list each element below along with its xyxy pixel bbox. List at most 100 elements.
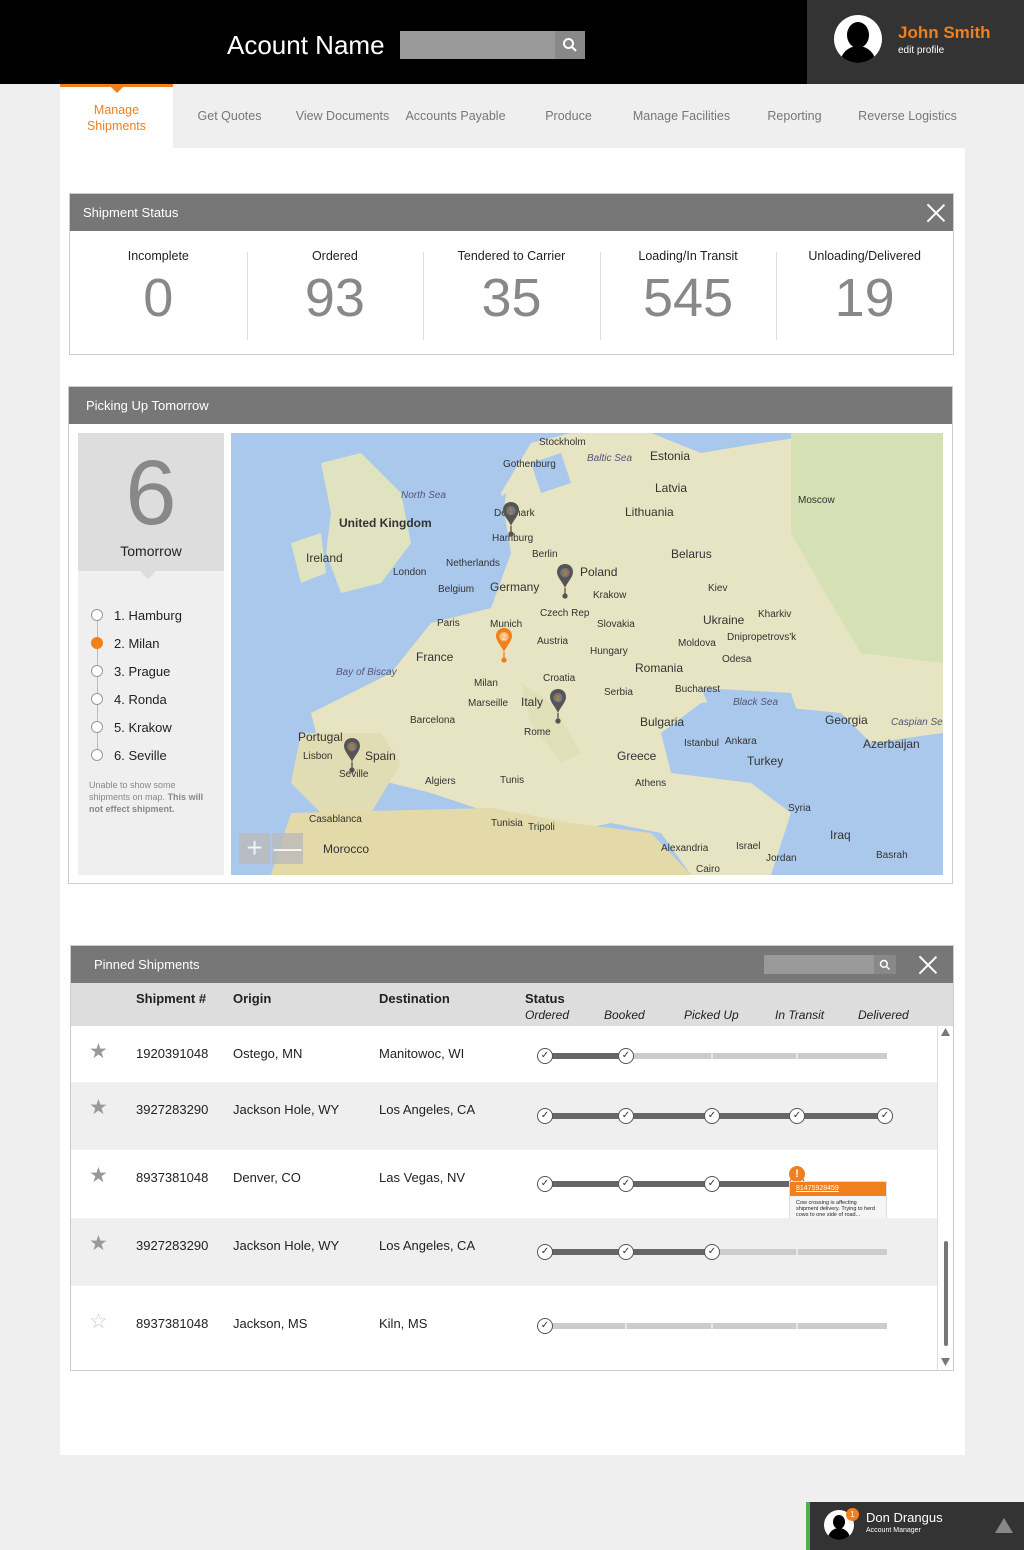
edit-profile-link[interactable]: edit profile <box>898 45 944 56</box>
radio-icon[interactable] <box>91 749 103 761</box>
tab-accounts-payable[interactable]: Accounts Payable <box>399 84 512 148</box>
star-outline-icon[interactable]: ☆ <box>89 1309 108 1334</box>
location-item[interactable]: 5. Krakow <box>91 713 182 749</box>
table-header: Shipment # Origin Destination Status Ord… <box>71 983 953 1026</box>
tab-reporting[interactable]: Reporting <box>738 84 851 148</box>
table-row[interactable]: ★ 1920391048 Ostego, MN Manitowoc, WI ✓ ✓ <box>71 1026 937 1082</box>
map-pin-icon[interactable]: 1 <box>499 502 523 538</box>
table-row[interactable]: ★ 3927283290 Jackson Hole, WY Los Angeles, … <box>71 1218 937 1286</box>
scroll-thumb <box>944 1241 948 1346</box>
star-filled-icon[interactable]: ★ <box>89 1231 108 1256</box>
map-label: Italy <box>521 695 544 709</box>
map-label: Lithuania <box>625 505 674 519</box>
pickup-count: 6 <box>125 442 177 544</box>
map-label: Bay of Biscay <box>336 667 397 678</box>
map-label: Berlin <box>532 549 558 560</box>
location-item[interactable]: 2. Milan <box>91 629 182 665</box>
pinned-search-input[interactable] <box>764 955 896 974</box>
map-label: Bucharest <box>675 684 721 695</box>
radio-icon[interactable] <box>91 693 103 705</box>
radio-icon[interactable] <box>91 609 103 621</box>
shipment-number[interactable]: 3927283290 <box>136 1102 208 1117</box>
map-label: North Sea <box>401 490 447 501</box>
manager-name: Don Drangus <box>866 1510 943 1525</box>
search-icon[interactable] <box>555 31 585 59</box>
panel-title: Shipment Status <box>83 205 179 220</box>
tab-get-quotes[interactable]: Get Quotes <box>173 84 286 148</box>
pickup-map[interactable]: Stockholm Baltic Sea Estonia Gothenburg … <box>231 433 943 875</box>
stat-ordered[interactable]: Ordered 93 <box>246 249 424 354</box>
check-icon: ✓ <box>537 1176 553 1192</box>
table-scrollbar[interactable] <box>937 1026 952 1370</box>
location-item[interactable]: 1. Hamburg <box>91 601 182 637</box>
map-label: Tunisia <box>491 818 523 829</box>
alert-icon[interactable]: ! <box>789 1166 805 1182</box>
shipment-number[interactable]: 8937381048 <box>136 1316 208 1331</box>
origin-cell: Jackson, MS <box>233 1316 308 1331</box>
tab-reverse-logistics[interactable]: Reverse Logistics <box>851 84 964 148</box>
zoom-out-button[interactable]: — <box>272 833 303 864</box>
stat-delivered[interactable]: Unloading/Delivered 19 <box>776 249 953 354</box>
star-filled-icon[interactable]: ★ <box>89 1163 108 1188</box>
col-origin[interactable]: Origin <box>233 991 271 1006</box>
radio-selected-icon[interactable] <box>91 637 103 649</box>
map-label: Istanbul <box>684 738 720 749</box>
map-pin-icon[interactable]: 5 <box>340 738 364 774</box>
profile-panel[interactable]: John Smith edit profile <box>807 0 1024 84</box>
col-status[interactable]: Status <box>525 991 565 1006</box>
radio-icon[interactable] <box>91 665 103 677</box>
stat-incomplete[interactable]: Incomplete 0 <box>70 249 247 354</box>
tab-produce[interactable]: Produce <box>512 84 625 148</box>
location-item[interactable]: 6. Seville <box>91 741 182 769</box>
check-icon: ✓ <box>618 1108 634 1124</box>
close-icon[interactable] <box>918 955 938 975</box>
map-zoom-controls: + — <box>239 833 303 864</box>
stat-in-transit[interactable]: Loading/In Transit 545 <box>599 249 777 354</box>
shipment-number[interactable]: 3927283290 <box>136 1238 208 1253</box>
stage-label: Ordered <box>525 1008 570 1022</box>
alert-link[interactable]: 81475928459 <box>790 1182 886 1196</box>
shipment-number[interactable]: 1920391048 <box>136 1046 208 1061</box>
scroll-up-icon <box>941 1028 950 1036</box>
zoom-in-button[interactable]: + <box>239 833 270 864</box>
avatar[interactable] <box>834 15 882 63</box>
main-content: Manage Shipments Get Quotes View Documen… <box>60 84 965 1455</box>
star-filled-icon[interactable]: ★ <box>89 1095 108 1120</box>
check-icon: ✓ <box>618 1176 634 1192</box>
close-icon[interactable] <box>926 203 946 223</box>
star-filled-icon[interactable]: ★ <box>89 1039 108 1064</box>
location-item[interactable]: 4. Ronda <box>91 685 182 721</box>
location-label: 2. Milan <box>114 635 160 651</box>
map-label: Ireland <box>306 551 343 565</box>
location-item[interactable]: 3. Prague <box>91 657 182 693</box>
map-label: Netherlands <box>446 558 500 569</box>
map-label: Kharkiv <box>758 609 792 620</box>
map-pin-icon[interactable]: 3 <box>553 564 577 600</box>
table-row[interactable]: ★8937381048Denver, COLas Vegas, NV✓✓✓✓!8… <box>71 1150 937 1229</box>
map-label: Azerbaijan <box>863 737 920 751</box>
search-icon[interactable] <box>874 955 896 974</box>
table-row[interactable]: ☆ 8937381048 Jackson, MS Kiln, MS ✓ <box>71 1286 937 1370</box>
stat-tendered[interactable]: Tendered to Carrier 35 <box>423 249 600 354</box>
map-label: Odesa <box>722 654 752 665</box>
map-pin-selected-icon[interactable]: 2 <box>492 628 516 664</box>
col-shipment[interactable]: Shipment # <box>136 991 206 1006</box>
stat-value: 19 <box>834 268 895 328</box>
table-row[interactable]: ★ 3927283290 Jackson Hole, WY Los Angeles, … <box>71 1082 937 1150</box>
radio-icon[interactable] <box>91 721 103 733</box>
shipment-status-panel: Shipment Status Incomplete 0 Ordered 93 … <box>69 193 954 355</box>
map-label: Turkey <box>747 754 784 768</box>
map-label: Estonia <box>650 449 691 463</box>
tab-manage-shipments[interactable]: Manage Shipments <box>60 84 173 148</box>
tab-manage-facilities[interactable]: Manage Facilities <box>625 84 738 148</box>
destination-cell: Kiln, MS <box>379 1316 428 1331</box>
tab-view-documents[interactable]: View Documents <box>286 84 399 148</box>
shipment-number[interactable]: 8937381048 <box>136 1170 208 1185</box>
account-manager-widget[interactable]: 1 Don Drangus Account Manager <box>806 1502 1024 1550</box>
check-icon: ✓ <box>537 1244 553 1260</box>
chevron-up-icon[interactable] <box>995 1518 1013 1533</box>
account-search-input[interactable] <box>400 31 585 59</box>
map-pin-icon[interactable]: 4 <box>546 689 570 725</box>
col-destination[interactable]: Destination <box>379 991 450 1006</box>
map-label: United Kingdom <box>339 516 432 530</box>
